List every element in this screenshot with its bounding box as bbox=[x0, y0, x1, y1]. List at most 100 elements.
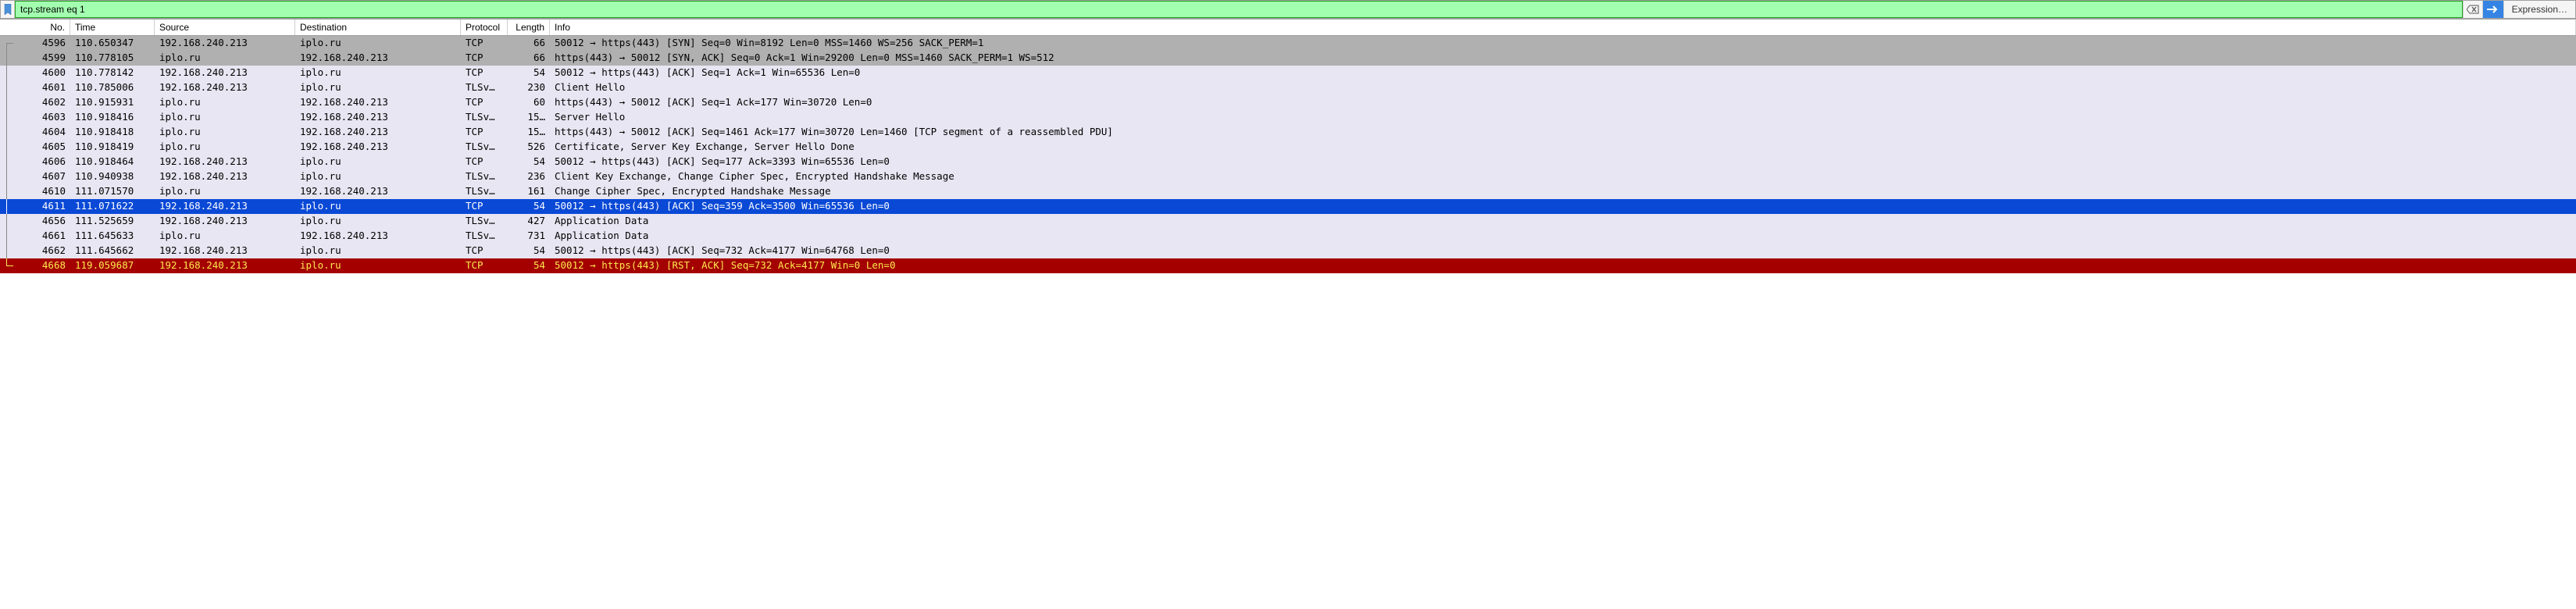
cell-destination: 192.168.240.213 bbox=[295, 184, 461, 198]
cell-info: https(443) → 50012 [SYN, ACK] Seq=0 Ack=… bbox=[550, 51, 2576, 65]
cell-protocol: TLSv… bbox=[461, 110, 508, 124]
cell-destination: 192.168.240.213 bbox=[295, 125, 461, 139]
cell-length: 66 bbox=[508, 51, 550, 65]
cell-time: 110.918419 bbox=[70, 140, 155, 154]
cell-protocol: TCP bbox=[461, 51, 508, 65]
cell-info: Client Key Exchange, Change Cipher Spec,… bbox=[550, 169, 2576, 183]
packet-row[interactable]: 4604110.918418iplo.ru192.168.240.213TCP1… bbox=[0, 125, 2576, 140]
cell-length: 54 bbox=[508, 66, 550, 80]
cell-info: https(443) → 50012 [ACK] Seq=1 Ack=177 W… bbox=[550, 95, 2576, 109]
cell-info: Application Data bbox=[550, 229, 2576, 243]
cell-time: 110.918416 bbox=[70, 110, 155, 124]
cell-protocol: TCP bbox=[461, 125, 508, 139]
cell-source: 192.168.240.213 bbox=[155, 66, 295, 80]
tree-gutter bbox=[0, 51, 14, 66]
cell-length: 54 bbox=[508, 258, 550, 272]
cell-length: 54 bbox=[508, 155, 550, 169]
packet-row[interactable]: 4611111.071622192.168.240.213iplo.ruTCP5… bbox=[0, 199, 2576, 214]
cell-protocol: TLSv… bbox=[461, 229, 508, 243]
tree-gutter bbox=[0, 199, 14, 214]
packet-list[interactable]: 4596110.650347192.168.240.213iplo.ruTCP6… bbox=[0, 36, 2576, 273]
packet-row[interactable]: 4596110.650347192.168.240.213iplo.ruTCP6… bbox=[0, 36, 2576, 51]
cell-time: 110.785006 bbox=[70, 80, 155, 94]
cell-protocol: TCP bbox=[461, 258, 508, 272]
packet-row[interactable]: 4599110.778105iplo.ru192.168.240.213TCP6… bbox=[0, 51, 2576, 66]
cell-source: iplo.ru bbox=[155, 140, 295, 154]
expression-button[interactable]: Expression… bbox=[2503, 1, 2575, 18]
cell-source: iplo.ru bbox=[155, 51, 295, 65]
packet-row[interactable]: 4600110.778142192.168.240.213iplo.ruTCP5… bbox=[0, 66, 2576, 80]
cell-source: iplo.ru bbox=[155, 184, 295, 198]
cell-protocol: TLSv… bbox=[461, 169, 508, 183]
cell-length: 15… bbox=[508, 110, 550, 124]
cell-no: 4606 bbox=[14, 155, 70, 169]
packet-row[interactable]: 4606110.918464192.168.240.213iplo.ruTCP5… bbox=[0, 155, 2576, 169]
tree-gutter bbox=[0, 95, 14, 110]
apply-filter-button[interactable] bbox=[2482, 1, 2503, 18]
cell-info: Application Data bbox=[550, 214, 2576, 228]
cell-no: 4604 bbox=[14, 125, 70, 139]
packet-row[interactable]: 4607110.940938192.168.240.213iplo.ruTLSv… bbox=[0, 169, 2576, 184]
column-headers: No. Time Source Destination Protocol Len… bbox=[0, 19, 2576, 36]
cell-protocol: TLSv… bbox=[461, 140, 508, 154]
packet-row[interactable]: 4610111.071570iplo.ru192.168.240.213TLSv… bbox=[0, 184, 2576, 199]
header-time[interactable]: Time bbox=[70, 20, 155, 35]
cell-no: 4605 bbox=[14, 140, 70, 154]
cell-protocol: TCP bbox=[461, 36, 508, 50]
cell-time: 111.071622 bbox=[70, 199, 155, 213]
header-length[interactable]: Length bbox=[508, 20, 550, 35]
cell-protocol: TCP bbox=[461, 95, 508, 109]
header-destination[interactable]: Destination bbox=[295, 20, 461, 35]
header-source[interactable]: Source bbox=[155, 20, 295, 35]
packet-row[interactable]: 4661111.645633iplo.ru192.168.240.213TLSv… bbox=[0, 229, 2576, 244]
cell-source: 192.168.240.213 bbox=[155, 244, 295, 258]
packet-row[interactable]: 4601110.785006192.168.240.213iplo.ruTLSv… bbox=[0, 80, 2576, 95]
cell-destination: iplo.ru bbox=[295, 214, 461, 228]
packet-row[interactable]: 4656111.525659192.168.240.213iplo.ruTLSv… bbox=[0, 214, 2576, 229]
packet-row[interactable]: 4662111.645662192.168.240.213iplo.ruTCP5… bbox=[0, 244, 2576, 258]
cell-destination: iplo.ru bbox=[295, 66, 461, 80]
packet-row[interactable]: 4603110.918416iplo.ru192.168.240.213TLSv… bbox=[0, 110, 2576, 125]
cell-time: 110.778142 bbox=[70, 66, 155, 80]
clear-filter-button[interactable] bbox=[2463, 1, 2482, 18]
packet-row[interactable]: 4668119.059687192.168.240.213iplo.ruTCP5… bbox=[0, 258, 2576, 273]
bookmark-icon[interactable] bbox=[1, 1, 15, 18]
tree-gutter bbox=[0, 155, 14, 169]
cell-time: 119.059687 bbox=[70, 258, 155, 272]
cell-protocol: TLSv… bbox=[461, 214, 508, 228]
cell-no: 4656 bbox=[14, 214, 70, 228]
cell-time: 110.918418 bbox=[70, 125, 155, 139]
cell-length: 427 bbox=[508, 214, 550, 228]
cell-time: 110.650347 bbox=[70, 36, 155, 50]
cell-time: 111.645633 bbox=[70, 229, 155, 243]
tree-gutter bbox=[0, 66, 14, 80]
cell-info: Client Hello bbox=[550, 80, 2576, 94]
cell-source: iplo.ru bbox=[155, 229, 295, 243]
cell-length: 526 bbox=[508, 140, 550, 154]
cell-info: 50012 → https(443) [ACK] Seq=359 Ack=350… bbox=[550, 199, 2576, 213]
header-protocol[interactable]: Protocol bbox=[461, 20, 508, 35]
header-no[interactable]: No. bbox=[0, 20, 70, 35]
cell-no: 4603 bbox=[14, 110, 70, 124]
cell-destination: iplo.ru bbox=[295, 155, 461, 169]
cell-destination: iplo.ru bbox=[295, 258, 461, 272]
cell-length: 15… bbox=[508, 125, 550, 139]
cell-length: 66 bbox=[508, 36, 550, 50]
cell-length: 60 bbox=[508, 95, 550, 109]
cell-destination: 192.168.240.213 bbox=[295, 140, 461, 154]
cell-time: 111.071570 bbox=[70, 184, 155, 198]
packet-row[interactable]: 4605110.918419iplo.ru192.168.240.213TLSv… bbox=[0, 140, 2576, 155]
header-info[interactable]: Info bbox=[550, 20, 2576, 35]
display-filter-toolbar: tcp.stream eq 1 Expression… bbox=[0, 0, 2576, 19]
cell-time: 110.915931 bbox=[70, 95, 155, 109]
cell-time: 111.525659 bbox=[70, 214, 155, 228]
display-filter-input[interactable]: tcp.stream eq 1 bbox=[15, 1, 2463, 18]
cell-protocol: TLSv… bbox=[461, 184, 508, 198]
cell-time: 110.940938 bbox=[70, 169, 155, 183]
cell-destination: 192.168.240.213 bbox=[295, 95, 461, 109]
cell-source: 192.168.240.213 bbox=[155, 155, 295, 169]
packet-row[interactable]: 4602110.915931iplo.ru192.168.240.213TCP6… bbox=[0, 95, 2576, 110]
cell-info: Change Cipher Spec, Encrypted Handshake … bbox=[550, 184, 2576, 198]
cell-time: 110.918464 bbox=[70, 155, 155, 169]
cell-info: Certificate, Server Key Exchange, Server… bbox=[550, 140, 2576, 154]
